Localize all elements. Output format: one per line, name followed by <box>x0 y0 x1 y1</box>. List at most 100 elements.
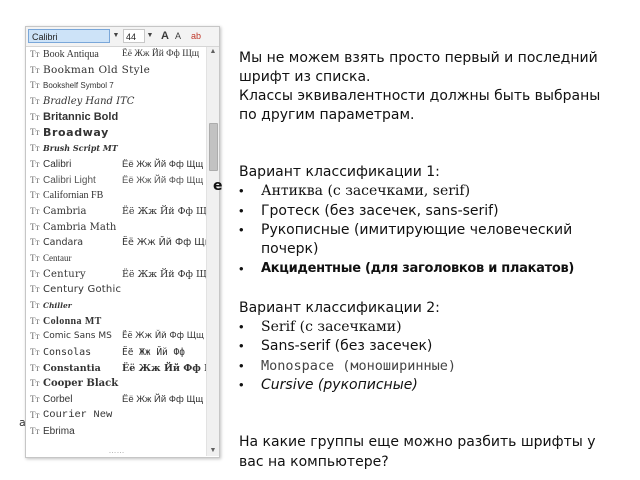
font-name-label: Constantia <box>43 362 101 374</box>
font-sample-text: Ёё Жж Йй Фф Щщ <box>122 268 207 280</box>
font-list-item[interactable]: Tт Colonna MT <box>26 314 207 330</box>
truetype-icon: Tт <box>30 268 40 279</box>
font-name-input[interactable]: Calibri <box>28 29 110 43</box>
font-name-label: Californian FB <box>43 190 104 202</box>
truetype-icon: Tт <box>30 315 40 326</box>
font-list-item[interactable]: Tт Bookman Old Style <box>26 63 207 79</box>
font-name-label: Bradley Hand ITC <box>43 96 135 108</box>
question-line-2: вас на компьютере? <box>239 454 389 470</box>
truetype-icon: Tт <box>30 221 40 232</box>
variant-1-item-script-cont: почерк) <box>261 241 319 257</box>
font-list-item[interactable]: Tт Bookshelf Symbol 7 <box>26 78 207 94</box>
font-list-item[interactable]: Tт Ebrima <box>26 424 207 440</box>
partially-hidden-letter: а <box>19 416 26 429</box>
font-name-label: Courier New <box>43 408 113 421</box>
partially-hidden-glyph: е <box>213 178 223 194</box>
bullet-icon: • <box>239 377 244 392</box>
scrollbar-thumb[interactable] <box>209 123 218 171</box>
font-list-item[interactable]: Tт Calibri Light Ёё Жж Йй Фф Щщ <box>26 173 207 189</box>
font-list-item[interactable]: Tт Bradley Hand ITC <box>26 94 207 110</box>
bullet-icon: • <box>239 338 244 353</box>
font-sample-text: Ёё Жж Йй Фф Щщ <box>122 362 207 374</box>
font-sample-text: Ёё Жж Йй Фф Щщ <box>122 158 204 170</box>
truetype-icon: Tт <box>30 300 40 310</box>
font-name-label: Chiller <box>43 301 72 310</box>
font-list-item[interactable]: Tт Britannic Bold <box>26 110 207 126</box>
font-list-scrollbar[interactable]: ▲ ▼ <box>206 47 219 456</box>
scroll-down-arrow-icon[interactable]: ▼ <box>207 446 219 456</box>
font-name-label: Candara <box>43 237 84 249</box>
font-list-item[interactable]: Tт Cambria Math <box>26 220 207 236</box>
font-list-item[interactable]: Tт Corbel Ёё Жж Йй Фф Щщ <box>26 392 207 408</box>
font-list-item[interactable]: Tт Candara Ёё Жж Йй Фф Щщ <box>26 235 207 251</box>
font-list-item[interactable]: Tт Courier New <box>26 408 207 424</box>
scroll-up-arrow-icon[interactable]: ▲ <box>207 47 219 57</box>
font-size-input[interactable]: 44 <box>123 29 145 43</box>
variant-1-title: Вариант классификации 1: <box>239 164 440 180</box>
font-size-chevron-down-icon[interactable]: ▼ <box>146 29 154 43</box>
resize-grip[interactable]: …… <box>26 447 207 455</box>
bullet-icon: • <box>239 183 244 198</box>
font-list-item[interactable]: TтConstantia Ёё Жж Йй Фф Щщ <box>26 361 207 377</box>
variant-1-item-sans: Гротеск (без засечек, sans-serif) <box>261 203 499 219</box>
clear-formatting-icon[interactable]: ab <box>191 29 201 43</box>
question-line-1: На какие группы еще можно разбить шрифты… <box>239 434 596 450</box>
font-name-label: Broadway <box>43 126 109 140</box>
font-name-label: Century <box>43 268 86 280</box>
font-sample-text: Ёё Жж Йй Фф Щщ <box>122 205 207 217</box>
font-sample-text: Ёё Жж Йй Фф Щщ <box>122 331 204 342</box>
font-list-item[interactable]: Tт Century Gothic <box>26 282 207 298</box>
bullet-icon: • <box>239 203 244 218</box>
variant-1-item-display: Акцидентные (для заголовков и плакатов) <box>261 261 575 276</box>
truetype-icon: Tт <box>30 394 40 405</box>
font-list-item[interactable]: Tт Consolas Ёё Жж Йй Фф <box>26 345 207 361</box>
font-name-label: Corbel <box>43 394 73 406</box>
truetype-icon: Tт <box>30 237 40 248</box>
truetype-icon: Tт <box>30 425 40 436</box>
intro-line-2: шрифт из списка. <box>239 69 371 85</box>
font-name-chevron-down-icon[interactable]: ▼ <box>112 29 120 43</box>
grow-font-icon[interactable]: A <box>161 29 169 43</box>
font-list-item[interactable]: Tт Centaur <box>26 251 207 267</box>
font-list-item[interactable]: Tт Cambria Ёё Жж Йй Фф Щщ <box>26 204 207 220</box>
shrink-font-icon[interactable]: A <box>175 29 181 43</box>
variant-1-item-serif: Антиква (с засечками, serif) <box>261 183 471 199</box>
font-list-item[interactable]: Tт Chiller <box>26 298 207 314</box>
truetype-icon: Tт <box>30 284 40 295</box>
intro-line-1: Мы не можем взять просто первый и послед… <box>239 50 598 66</box>
font-name-label: Calibri <box>43 158 72 170</box>
font-list-item[interactable]: Tт Cooper Black <box>26 376 207 392</box>
truetype-icon: Tт <box>30 190 40 201</box>
font-name-label: Centaur <box>43 252 72 263</box>
truetype-icon: Tт <box>30 205 40 216</box>
variant-1-item-script: Рукописные (имитирующие человеческий <box>261 222 573 238</box>
font-list-item[interactable]: Tт Century Ёё Жж Йй Фф Щщ <box>26 267 207 283</box>
truetype-icon: Tт <box>30 49 40 59</box>
font-dropdown[interactable]: Calibri ▼ 44 ▼ A A ab Tт Book Antiqua Ёё Ж… <box>25 26 220 458</box>
intro-line-4: по другим параметрам. <box>239 107 415 123</box>
font-name-label: Colonna MT <box>43 315 102 327</box>
font-name-label: Bookshelf Symbol 7 <box>43 81 114 91</box>
truetype-icon: Tт <box>30 127 40 138</box>
font-name-label: Brush Script MT <box>43 143 118 154</box>
font-sample-text: Ёё Жж Йй Фф <box>122 347 185 359</box>
font-list: Tт Book Antiqua Ёё Жж Йй Фф Щщ Tт Bookman Ol… <box>26 47 207 439</box>
font-name-label: Bookman Old Style <box>43 63 151 76</box>
variant-2-item-serif: Serif (с засечками) <box>261 319 402 335</box>
font-sample-text: Ёё Жж Йй Фф Щщ <box>122 237 207 249</box>
bullet-icon: • <box>239 222 244 237</box>
font-list-item[interactable]: Tт Comic Sans MS Ёё Жж Йй Фф Щщ <box>26 329 207 345</box>
font-list-item[interactable]: Tт Broadway <box>26 125 207 141</box>
bullet-icon: • <box>239 261 244 276</box>
font-list-item[interactable]: Tт Calibri Ёё Жж Йй Фф Щщ <box>26 157 207 173</box>
font-sample-text: Ёё Жж Йй Фф Щщ <box>122 49 200 59</box>
font-name-label: Century Gothic <box>43 284 122 296</box>
intro-line-3: Классы эквивалентности должны быть выбра… <box>239 88 601 104</box>
truetype-icon: Tт <box>30 347 40 358</box>
font-list-item[interactable]: Tт Brush Script MT <box>26 141 207 157</box>
font-toolbar: Calibri ▼ 44 ▼ A A ab <box>26 27 219 47</box>
variant-2-item-sans: Sans-serif (без засечек) <box>261 338 433 354</box>
bullet-icon: • <box>239 319 244 334</box>
font-list-item[interactable]: Tт Californian FB <box>26 188 207 204</box>
font-list-item[interactable]: Tт Book Antiqua Ёё Жж Йй Фф Щщ <box>26 47 207 63</box>
